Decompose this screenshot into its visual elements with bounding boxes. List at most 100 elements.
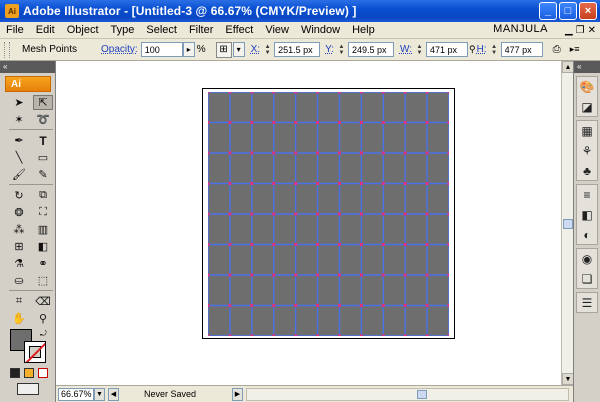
reference-point-icon[interactable]: ⊞ <box>215 41 232 58</box>
constrain-link-icon[interactable]: ⚲ <box>469 44 476 55</box>
paintbrush-tool-icon[interactable]: 🖌 <box>9 167 29 182</box>
direct-selection-tool-icon[interactable]: ⇱ <box>33 95 53 110</box>
minimize-button[interactable]: _ <box>539 2 557 20</box>
type-tool-icon[interactable]: T <box>33 133 53 148</box>
transparency-panel-icon[interactable]: ◐ <box>579 227 596 242</box>
vertical-scrollbar[interactable]: ▲ ▼ <box>561 61 574 385</box>
rotate-tool-icon[interactable]: ↻ <box>9 188 29 203</box>
screen-mode-icon[interactable] <box>17 383 39 395</box>
menu-filter[interactable]: Filter <box>183 24 219 36</box>
mesh-point <box>337 121 341 124</box>
free-transform-tool-icon[interactable]: ⛶ <box>33 205 53 220</box>
rectangle-tool-icon[interactable]: ▭ <box>33 150 53 165</box>
dock-collapse[interactable]: « <box>574 61 600 73</box>
magic-wand-tool-icon[interactable]: ✶ <box>9 112 29 127</box>
horizontal-scroll-thumb[interactable] <box>417 389 427 399</box>
graphic-styles-panel-icon[interactable]: ❏ <box>579 271 596 286</box>
symbols-panel-icon[interactable]: ♣ <box>579 163 596 178</box>
status-menu-icon[interactable]: ▶ <box>232 387 243 401</box>
mesh-tool-icon[interactable]: ⊞ <box>9 239 29 254</box>
workspace-user[interactable]: MANJULA <box>493 23 548 35</box>
y-label: Y: <box>325 44 334 55</box>
layers-panel-icon[interactable]: ☰ <box>579 295 596 310</box>
mesh-point <box>425 273 429 277</box>
color-guide-panel-icon[interactable]: ◪ <box>579 99 596 114</box>
opacity-dropdown-icon[interactable]: ▸ <box>182 42 195 57</box>
y-stepper-icon[interactable]: ▲ ▼ <box>337 42 346 57</box>
menu-effect[interactable]: Effect <box>219 24 259 36</box>
swatches-panel-icon[interactable]: ▦ <box>579 123 596 138</box>
horizontal-scrollbar[interactable] <box>246 387 569 401</box>
menu-help[interactable]: Help <box>346 24 381 36</box>
menu-select[interactable]: Select <box>140 24 183 36</box>
panel-menu-icon[interactable]: ▸≡ <box>567 42 583 58</box>
live-paint-selection-tool-icon[interactable]: ⬚ <box>33 273 53 288</box>
w-input[interactable] <box>426 42 469 57</box>
gradient-tool-icon[interactable]: ◧ <box>33 239 53 254</box>
y-input[interactable] <box>347 42 394 57</box>
mesh-point <box>250 304 254 307</box>
menu-edit[interactable]: Edit <box>30 24 61 36</box>
zoom-field[interactable]: 66.67% <box>58 387 94 401</box>
doc-close-icon[interactable]: ✕ <box>588 25 596 36</box>
pen-tool-icon[interactable]: ✒ <box>9 133 29 148</box>
maximize-button[interactable]: □ <box>559 2 577 20</box>
menu-type[interactable]: Type <box>105 24 141 36</box>
stroke-swatch[interactable] <box>24 341 46 363</box>
control-bar-grip[interactable] <box>4 41 10 58</box>
blend-tool-icon[interactable]: ⚭ <box>33 256 53 271</box>
zoom-dropdown-icon[interactable]: ▼ <box>94 387 105 401</box>
document-canvas[interactable] <box>56 61 561 385</box>
opacity-label[interactable]: Opacity: <box>101 44 138 55</box>
none-mode-icon[interactable] <box>38 368 48 378</box>
gradient-panel-icon[interactable]: ◧ <box>579 207 596 222</box>
gradient-mode-icon[interactable] <box>24 368 34 378</box>
h-stepper-icon[interactable]: ▲ ▼ <box>490 42 499 57</box>
transform-options-icon[interactable]: ⎙ <box>549 42 565 58</box>
pencil-tool-icon[interactable]: ✎ <box>33 167 53 182</box>
menu-object[interactable]: Object <box>61 24 105 36</box>
x-stepper-icon[interactable]: ▲ ▼ <box>263 42 272 57</box>
doc-minimize-icon[interactable]: ▁ <box>565 25 573 36</box>
mesh-point <box>359 121 363 124</box>
color-panel-icon[interactable]: 🎨 <box>579 79 596 94</box>
lasso-tool-icon[interactable]: ➰ <box>33 112 53 127</box>
eraser-tool-icon[interactable]: ⌫ <box>33 294 53 309</box>
mesh-point <box>228 151 232 155</box>
mesh-point <box>403 121 407 124</box>
menu-view[interactable]: View <box>259 24 295 36</box>
warp-tool-icon[interactable]: ❂ <box>9 205 29 220</box>
appearance-panel-icon[interactable]: ◉ <box>579 251 596 266</box>
opacity-input[interactable] <box>140 42 183 57</box>
hand-tool-icon[interactable]: ✋ <box>9 311 29 326</box>
h-input[interactable] <box>500 42 543 57</box>
mesh-point <box>294 121 298 124</box>
vertical-scroll-thumb[interactable] <box>563 219 573 229</box>
doc-restore-icon[interactable]: ❐ <box>576 25 585 36</box>
zoom-tool-icon[interactable]: ⚲ <box>33 311 53 326</box>
status-menu-left-icon[interactable]: ◀ <box>108 387 119 401</box>
mesh-point <box>228 92 232 94</box>
mesh-point <box>228 212 232 216</box>
live-paint-bucket-tool-icon[interactable]: ⛀ <box>9 273 29 288</box>
x-input[interactable] <box>274 42 321 57</box>
crop-area-tool-icon[interactable]: ⌗ <box>9 294 29 309</box>
w-stepper-icon[interactable]: ▲ ▼ <box>415 42 424 57</box>
eyedropper-tool-icon[interactable]: ⚗ <box>9 256 29 271</box>
swap-fill-stroke-icon[interactable]: ⤾ <box>40 329 47 339</box>
tools-panel-collapse[interactable]: « <box>0 61 55 73</box>
menu-window[interactable]: Window <box>295 24 346 36</box>
reference-dropdown-icon[interactable]: ▾ <box>232 42 245 57</box>
brushes-panel-icon[interactable]: ⚘ <box>579 143 596 158</box>
column-graph-tool-icon[interactable]: ▥ <box>33 222 53 237</box>
menu-file[interactable]: File <box>0 24 30 36</box>
mesh-object[interactable] <box>208 92 449 336</box>
symbol-sprayer-tool-icon[interactable]: ⁂ <box>9 222 29 237</box>
line-segment-tool-icon[interactable]: ╲ <box>9 150 29 165</box>
close-button[interactable]: × <box>579 2 597 20</box>
scale-tool-icon[interactable]: ⧉ <box>33 188 53 203</box>
mesh-point <box>381 243 385 246</box>
color-mode-icon[interactable] <box>10 368 20 378</box>
selection-tool-icon[interactable]: ➤ <box>9 95 29 110</box>
stroke-panel-icon[interactable]: ≡ <box>579 187 596 202</box>
